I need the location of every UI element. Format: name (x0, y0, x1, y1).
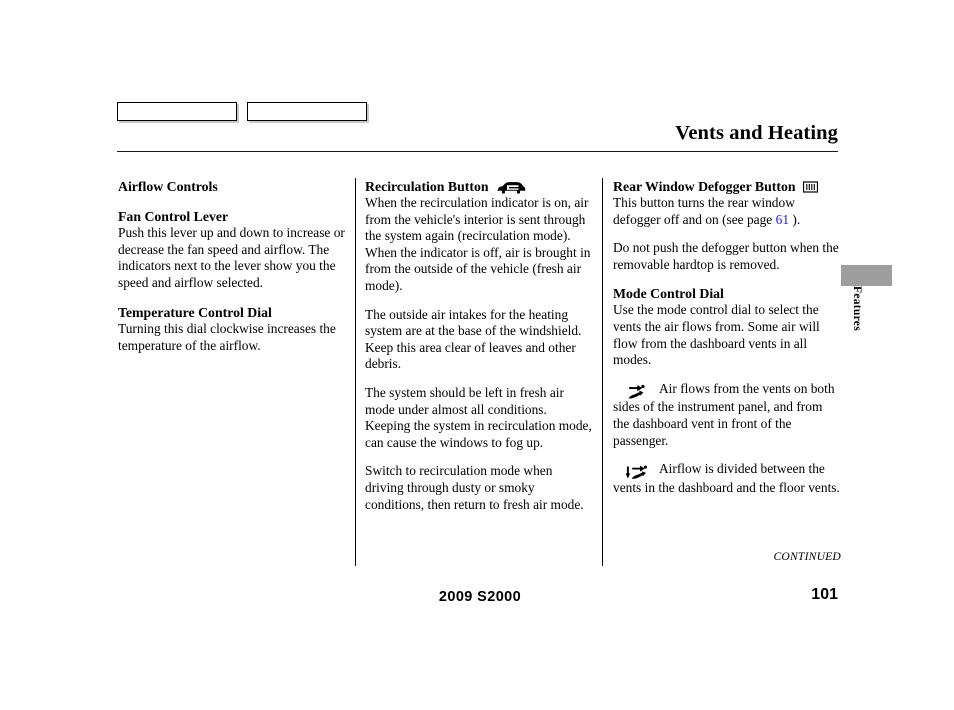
column-divider-2 (602, 178, 603, 566)
text-recirculation-p3: The system should be left in fresh air m… (365, 384, 592, 450)
defogger-text-after: ). (792, 211, 801, 227)
heading-mode-control-dial: Mode Control Dial (613, 286, 724, 302)
text-recirculation-p2: The outside air intakes for the heating … (365, 306, 582, 372)
continued-label: CONTINUED (773, 550, 841, 563)
mode-item-dashboard: Air flows from the vents on both sides o… (613, 381, 841, 449)
recirculation-car-icon (496, 180, 526, 194)
side-tab-label-features: Features (851, 286, 863, 331)
text-defogger-warning: Do not push the defogger button when the… (613, 240, 839, 272)
nav-box-1[interactable] (117, 102, 237, 121)
column-airflow-controls: Airflow Controls Fan Control Lever Push … (118, 178, 346, 355)
heading-temperature-control-dial: Temperature Control Dial (118, 305, 272, 321)
section-title-airflow-controls: Airflow Controls (118, 179, 218, 194)
mode-item-dashboard-floor: Airflow is divided between the vents in … (613, 461, 841, 496)
vent-dashboard-airflow-icon (613, 383, 659, 400)
rear-defogger-icon (802, 180, 818, 193)
text-recirculation-p4: Switch to recirculation mode when drivin… (365, 463, 584, 512)
column-recirculation: Recirculation Button When the recirculat… (365, 178, 593, 513)
heading-fan-control-lever: Fan Control Lever (118, 209, 229, 224)
heading-row-defogger: Rear Window Defogger Button (613, 178, 841, 195)
vent-dashboard-floor-airflow-icon (613, 463, 659, 480)
side-tab-marker[interactable] (841, 265, 892, 286)
heading-rear-window-defogger-button: Rear Window Defogger Button (613, 179, 796, 194)
manual-page: Vents and Heating Airflow Controls Fan C… (0, 0, 954, 710)
heading-recirculation-button: Recirculation Button (365, 179, 489, 194)
footer-model-name: 2009 S2000 (438, 589, 522, 605)
text-mode-control-intro: Use the mode control dial to select the … (613, 302, 820, 368)
column-defogger-and-mode: Rear Window Defogger Button This button … (613, 178, 841, 496)
page-reference-link[interactable]: 61 (776, 212, 789, 227)
page-title: Vents and Heating (675, 122, 838, 144)
header-divider-rule (117, 151, 838, 152)
nav-box-2[interactable] (247, 102, 367, 121)
footer-page-number: 101 (811, 586, 838, 603)
defogger-text-before: This button turns the rear window defogg… (613, 195, 795, 227)
heading-row-recirculation: Recirculation Button (365, 178, 593, 195)
text-recirculation-p1: When the recirculation indicator is on, … (365, 195, 591, 293)
text-fan-control-lever: Push this lever up and down to increase … (118, 225, 345, 290)
column-divider-1 (355, 178, 356, 566)
text-defogger-description: This button turns the rear window defogg… (613, 195, 841, 228)
text-temperature-control-dial: Turning this dial clockwise increases th… (118, 321, 336, 353)
